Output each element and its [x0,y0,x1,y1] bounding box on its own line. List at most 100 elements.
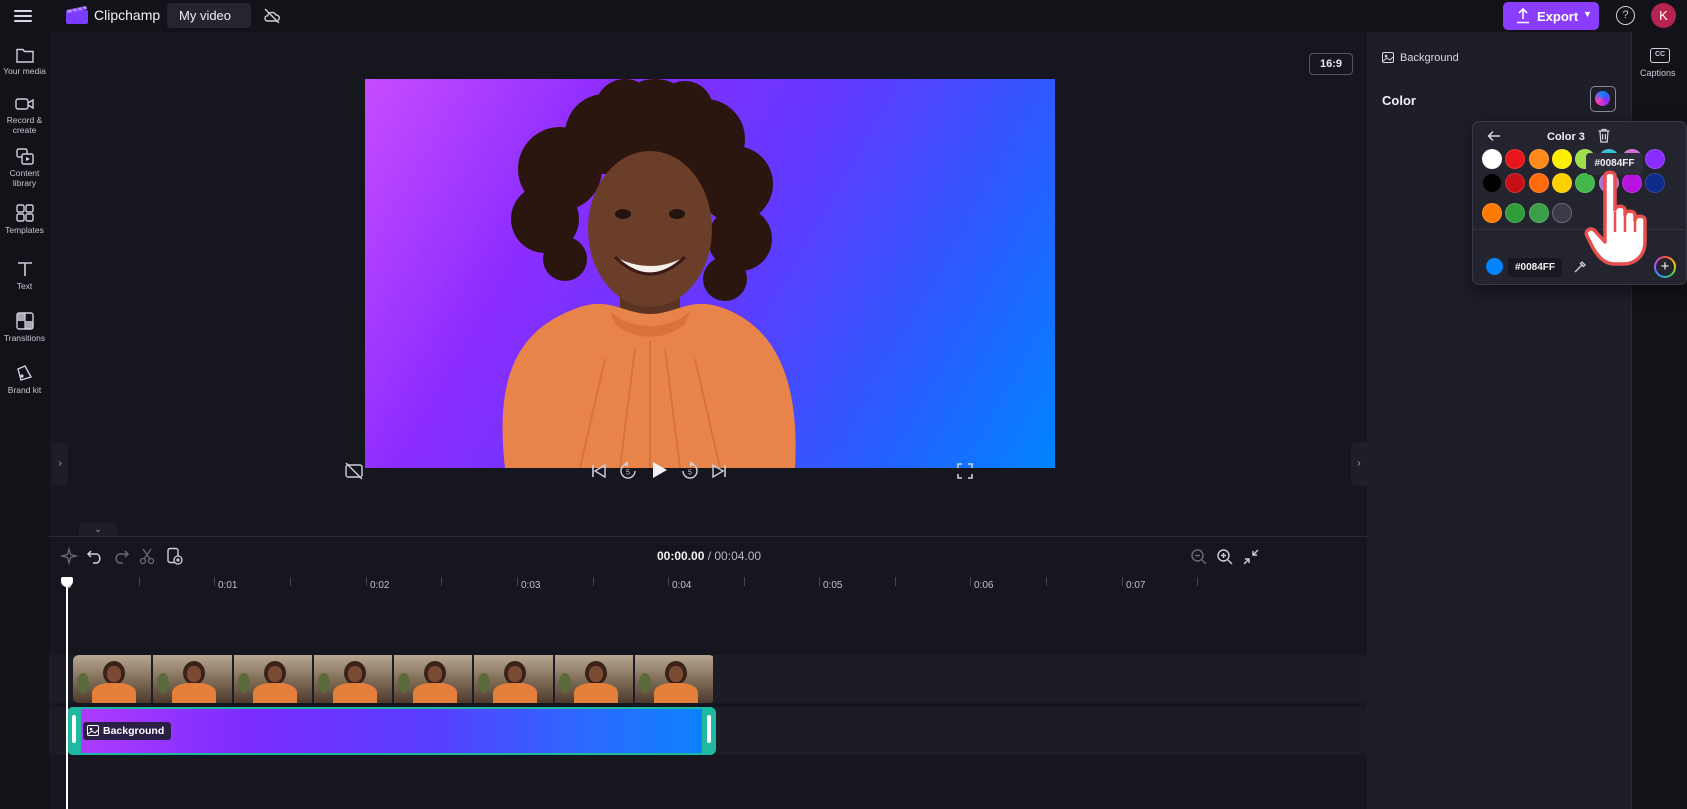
expand-left-panel-button[interactable]: › [52,442,68,486]
top-bar: Clipchamp My video Export ▼ ? K [0,0,1687,32]
help-icon[interactable]: ? [1616,6,1635,25]
color-swatch[interactable] [1551,203,1572,223]
split-icon[interactable] [138,547,156,565]
current-time: 00:00.00 [657,549,705,563]
hide-captions-icon[interactable] [344,461,364,481]
preview-area: › 16:9 5 5 ⌄ › [49,32,1367,536]
project-name-field[interactable]: My video [167,3,251,28]
tick-label: 0:03 [521,580,541,591]
picker-title: Color 3 [1547,131,1585,143]
color-swatch[interactable] [1505,173,1526,193]
background-clip-label: Background [83,722,172,740]
tick-mark [668,577,669,586]
clip-trim-handle-right[interactable] [702,707,716,755]
cloud-sync-off-icon[interactable] [263,7,281,25]
sidebar-item-content-library[interactable]: Content library [0,148,49,188]
sidebar-item-text[interactable]: Text [0,260,49,291]
color-swatch[interactable] [1482,173,1502,193]
tick-label: 0:06 [974,580,994,591]
color-swatch[interactable] [1551,173,1572,193]
tick-label: 0:01 [218,580,238,591]
menu-icon[interactable] [14,8,32,24]
video-thumbnail [394,655,475,703]
tick-mark [441,577,442,586]
tick-mark [517,577,518,586]
tick-label: 0:07 [1126,580,1146,591]
svg-text:5: 5 [626,470,630,477]
library-icon [15,148,34,165]
video-clip[interactable] [73,655,715,703]
color-swatch[interactable] [1645,149,1666,169]
captions-icon[interactable]: CC [1650,48,1670,63]
sidebar-item-label: Your media [3,66,46,76]
time-ruler[interactable]: 0 0:01 0:02 0:03 0:04 0:05 0:06 0:07 [64,577,1367,597]
tick-label: 0:02 [370,580,390,591]
avatar[interactable]: K [1651,3,1676,28]
tick-label: 0:04 [672,580,692,591]
fit-to-timeline-icon[interactable] [1242,548,1260,566]
playhead[interactable] [66,579,68,809]
video-canvas[interactable] [365,79,1055,468]
clip-trim-handle-left[interactable] [67,707,81,755]
sidebar-item-transitions[interactable]: Transitions [0,312,49,343]
left-sidebar: Your media Record & create Content library… [0,32,49,809]
export-button[interactable]: Export ▼ [1503,2,1599,30]
add-custom-color-button[interactable]: + [1654,256,1676,278]
hex-input[interactable]: #0084FF [1508,258,1562,277]
background-clip[interactable]: Background [67,707,716,755]
color-swatch[interactable] [1528,173,1549,193]
color-swatch[interactable] [1482,149,1502,169]
video-thumbnail [554,655,635,703]
chevron-down-icon: ▼ [1583,9,1592,19]
video-thumbnail [474,655,555,703]
sidebar-item-label: Record & create [6,115,43,135]
back-arrow-icon[interactable] [1486,128,1502,144]
color-swatch[interactable] [1505,149,1526,169]
color-picker-button[interactable] [1590,86,1616,112]
sidebar-item-label: Text [16,281,33,291]
tick-mark [1046,577,1047,586]
text-icon [17,262,32,276]
play-icon[interactable] [649,460,669,480]
tick-mark [744,577,745,586]
add-to-timeline-icon[interactable] [165,547,183,565]
tick-mark [895,577,896,586]
sidebar-item-templates[interactable]: Templates [0,204,49,235]
clipchamp-logo [66,6,88,24]
camera-icon [15,98,34,110]
expand-right-panel-button[interactable]: › [1351,442,1367,486]
collapse-timeline-button[interactable]: ⌄ [79,522,117,536]
trash-icon[interactable] [1597,128,1611,143]
divider [1473,229,1687,230]
redo-icon[interactable] [112,547,130,565]
tick-mark [1122,577,1123,586]
person-in-orange-sweater [502,79,796,468]
sidebar-item-brand-kit[interactable]: Brand kit [0,364,49,395]
zoom-in-icon[interactable] [1216,548,1234,566]
sidebar-item-your-media[interactable]: Your media [0,47,49,76]
zoom-out-icon[interactable] [1190,548,1208,566]
undo-icon[interactable] [86,547,104,565]
color-swatch[interactable] [1551,149,1572,169]
forward-5s-icon[interactable]: 5 [680,461,700,481]
skip-to-end-icon[interactable] [709,461,729,481]
folder-icon [15,48,34,63]
total-time: / 00:04.00 [707,549,762,563]
color-swatch[interactable] [1482,203,1502,223]
color-picker-popup: Color 3 #0084FF + [1472,121,1687,285]
fullscreen-icon[interactable] [955,461,975,481]
aspect-ratio-button[interactable]: 16:9 [1309,53,1353,75]
color-swatch[interactable] [1528,203,1549,223]
sidebar-item-record-create[interactable]: Record & create [0,96,49,135]
captions-label[interactable]: Captions [1640,68,1676,78]
video-thumbnail [233,655,314,703]
video-thumbnail [634,655,715,703]
skip-to-start-icon[interactable] [589,461,609,481]
magic-edit-icon[interactable] [60,547,78,565]
transitions-icon [15,312,34,330]
color-swatch[interactable] [1528,149,1549,169]
tick-label: 0:05 [823,580,843,591]
rewind-5s-icon[interactable]: 5 [618,461,638,481]
tick-mark [1197,577,1198,586]
color-swatch[interactable] [1505,203,1526,223]
